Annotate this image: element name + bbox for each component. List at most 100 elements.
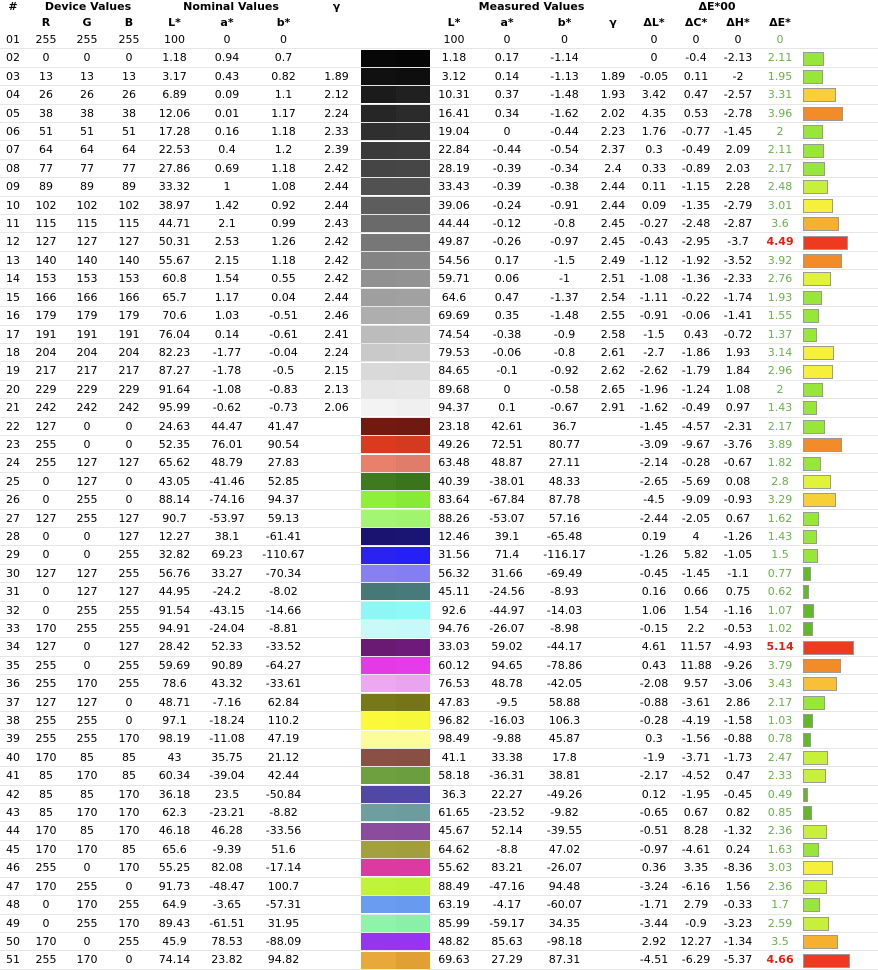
nominal-values-header: Nominal Values bbox=[183, 0, 279, 13]
measured-b: -0.97 bbox=[536, 232, 594, 252]
nominal-b: 1.2 bbox=[255, 140, 313, 160]
delta-e-bar bbox=[801, 748, 878, 768]
delta-e-bar-fill bbox=[803, 843, 820, 858]
measured-color-swatch bbox=[395, 896, 431, 913]
delta-c: 4 bbox=[675, 527, 718, 547]
nominal-a: 0.16 bbox=[199, 122, 255, 142]
device-b: 0 bbox=[108, 711, 150, 731]
table-row: 25 0 127 0 43.05 -41.46 52.85 40.39 -38.01 48.33-… bbox=[0, 472, 878, 492]
delta-e: 4.49 bbox=[759, 232, 802, 252]
nominal-color-swatch bbox=[361, 877, 396, 895]
table-row: 35 255 0 255 59.69 90.89 -64.27 60.12 94.65 -78.8… bbox=[0, 656, 878, 676]
measured-color-swatch bbox=[395, 123, 431, 140]
device-r: 217 bbox=[26, 361, 66, 381]
delta-e-bar-fill bbox=[803, 438, 842, 453]
delta-e-bar-fill bbox=[803, 935, 839, 950]
nominal-b: 59.13 bbox=[255, 509, 313, 528]
table-row: 45 170 170 85 65.6 -9.39 51.6 64.62 -8.8 47.02 -0.… bbox=[0, 840, 878, 860]
delta-e-bar bbox=[801, 895, 878, 915]
nominal-l: 62.3 bbox=[150, 803, 199, 823]
measured-a: -0.24 bbox=[478, 196, 537, 216]
delta-c: -4.19 bbox=[675, 711, 718, 731]
measured-l: 94.76 bbox=[430, 619, 479, 639]
delta-h: 2.28 bbox=[717, 177, 760, 197]
nominal-gamma bbox=[312, 950, 362, 970]
table-row: 12 127 127 127 50.31 2.53 1.26 2.42 49.87 -0.26 -0… bbox=[0, 232, 878, 252]
table-row: 02 0 0 0 1.18 0.94 0.7 1.18 0.17 -1.14 0 -0.4 -2.13 2… bbox=[0, 48, 878, 68]
nominal-color-swatch bbox=[361, 233, 396, 251]
nominal-gamma: 2.24 bbox=[312, 104, 362, 124]
color-swatch bbox=[361, 821, 431, 841]
device-b: 26 bbox=[108, 85, 150, 105]
measured-a: -4.17 bbox=[478, 895, 537, 915]
device-b: 170 bbox=[108, 914, 150, 933]
delta-c: 5.82 bbox=[675, 545, 718, 565]
nominal-gamma bbox=[312, 711, 362, 731]
delta-e: 3.5 bbox=[759, 932, 802, 952]
delta-e-bar bbox=[801, 288, 878, 308]
delta-c: -6.16 bbox=[675, 877, 718, 897]
color-swatch bbox=[361, 306, 431, 326]
measured-l: 100 bbox=[430, 31, 479, 50]
measured-a: 0.34 bbox=[478, 104, 537, 124]
measured-b: -0.91 bbox=[536, 196, 594, 216]
row-index: 36 bbox=[0, 674, 26, 694]
measured-color-swatch bbox=[395, 307, 431, 324]
delta-l: 0.19 bbox=[633, 527, 676, 547]
table-row: 41 85 170 85 60.34 -39.04 42.44 58.18 -36.31 38.8… bbox=[0, 766, 878, 786]
delta-e: 2.96 bbox=[759, 361, 802, 381]
nominal-l: 12.27 bbox=[150, 527, 199, 547]
measured-b: 47.02 bbox=[536, 840, 594, 860]
nominal-l: 3.17 bbox=[150, 67, 199, 87]
delta-e: 5.14 bbox=[759, 637, 802, 657]
device-r: 170 bbox=[26, 748, 66, 768]
nominal-a: -1.78 bbox=[199, 361, 255, 381]
delta-e: 3.43 bbox=[759, 674, 802, 694]
nominal-b: -8.82 bbox=[255, 803, 313, 823]
nominal-a: -43.15 bbox=[199, 601, 255, 621]
delta-l: 0.3 bbox=[633, 729, 676, 749]
measured-l: 89.68 bbox=[430, 380, 479, 400]
delta-e-bar bbox=[801, 840, 878, 860]
delta-e-bar-fill bbox=[803, 346, 835, 361]
nominal-a: 1.54 bbox=[199, 269, 255, 289]
measured-gamma bbox=[593, 582, 634, 602]
device-r: 0 bbox=[26, 490, 66, 510]
measured-b: -0.8 bbox=[536, 214, 594, 234]
measured-a: -59.17 bbox=[478, 914, 537, 933]
measured-b: -42.05 bbox=[536, 674, 594, 694]
color-swatch bbox=[361, 417, 431, 436]
device-b: 0 bbox=[108, 950, 150, 970]
delta-c: -1.79 bbox=[675, 361, 718, 381]
row-index: 12 bbox=[0, 232, 26, 252]
delta-e-bar bbox=[801, 343, 878, 363]
nominal-gamma bbox=[312, 858, 362, 878]
nominal-color-swatch bbox=[361, 380, 396, 398]
nominal-b: 1.18 bbox=[255, 122, 313, 142]
measured-b: 106.3 bbox=[536, 711, 594, 731]
measured-a: -67.84 bbox=[478, 490, 537, 510]
device-r: 0 bbox=[26, 545, 66, 565]
device-g: 204 bbox=[66, 343, 108, 363]
device-b: 0 bbox=[108, 490, 150, 510]
nominal-l: 50.31 bbox=[150, 232, 199, 252]
measured-l: 58.18 bbox=[430, 766, 479, 786]
color-swatch bbox=[361, 196, 431, 216]
delta-e-bar-fill bbox=[803, 953, 850, 968]
nominal-l: 65.62 bbox=[150, 453, 199, 473]
col-header-measured-gamma: γ bbox=[609, 16, 617, 29]
nominal-color-swatch bbox=[361, 362, 396, 380]
measured-l: 40.39 bbox=[430, 472, 479, 492]
row-index: 08 bbox=[0, 159, 26, 179]
row-index: 17 bbox=[0, 325, 26, 344]
delta-e-bar-fill bbox=[803, 695, 825, 710]
device-r: 102 bbox=[26, 196, 66, 216]
delta-e-bar-fill bbox=[803, 769, 827, 784]
color-swatch bbox=[361, 748, 431, 768]
nominal-l: 65.6 bbox=[150, 840, 199, 860]
nominal-color-swatch bbox=[361, 436, 396, 453]
measured-b: -8.93 bbox=[536, 582, 594, 602]
device-r: 127 bbox=[26, 232, 66, 252]
delta-e-bar bbox=[801, 527, 878, 547]
col-header-nominal-b: b* bbox=[276, 16, 291, 29]
